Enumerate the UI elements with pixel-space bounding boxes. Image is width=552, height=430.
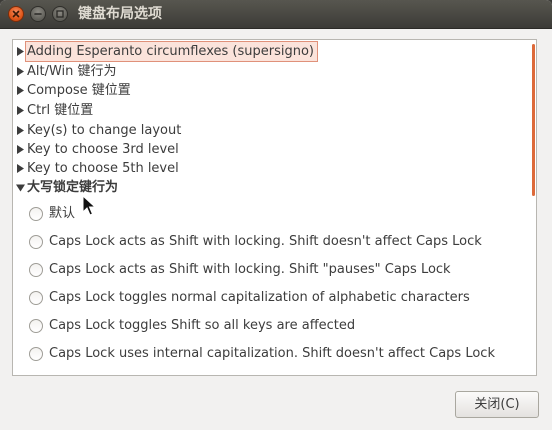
expander-collapsed-icon[interactable] [16, 101, 27, 120]
tree-item-label: Key to choose 3rd level [27, 142, 179, 157]
expander-collapsed-icon[interactable] [16, 140, 27, 159]
option-label: 默认 [49, 206, 76, 221]
option-label: Caps Lock uses internal capitalization. … [49, 346, 495, 361]
tree-item-label: Ctrl 键位置 [27, 103, 94, 118]
tree-item-label: Compose 键位置 [27, 83, 131, 98]
tree-item-esperanto[interactable]: Adding Esperanto circumflexes (supersign… [16, 41, 318, 62]
keyboard-layout-options-dialog: 键盘布局选项 Adding Esperanto circumflexes (su… [0, 0, 552, 430]
tree-item-label: Key(s) to change layout [27, 123, 182, 138]
scrollbar-thumb[interactable] [532, 44, 535, 196]
close-button[interactable]: 关闭(C) [455, 391, 539, 418]
option-label: Caps Lock toggles Shift so all keys are … [49, 318, 356, 333]
tree-item-5th-level[interactable]: Key to choose 5th level [16, 159, 182, 178]
title-bar[interactable]: 键盘布局选项 [0, 0, 552, 29]
vertical-scrollbar[interactable] [531, 40, 536, 375]
radio-button[interactable] [29, 207, 43, 221]
radio-button[interactable] [29, 319, 43, 333]
expander-collapsed-icon[interactable] [16, 42, 27, 61]
window-maximize-button[interactable] [52, 6, 68, 22]
tree-item-caps-lock[interactable]: 大写锁定键行为 [16, 178, 121, 197]
window-close-button[interactable] [8, 6, 24, 22]
option-label: Caps Lock acts as Shift with locking. Sh… [49, 234, 482, 249]
maximize-icon [56, 10, 64, 18]
close-icon [12, 10, 20, 18]
option-label: Caps Lock toggles normal capitalization … [49, 290, 470, 305]
mouse-pointer-icon [82, 195, 96, 216]
tree-item-alt-win[interactable]: Alt/Win 键行为 [16, 62, 120, 81]
tree-item-label: Adding Esperanto circumflexes (supersign… [25, 41, 318, 62]
expander-collapsed-icon[interactable] [16, 81, 27, 100]
window-title: 键盘布局选项 [78, 6, 162, 22]
expander-collapsed-icon[interactable] [16, 121, 27, 140]
tree-item-label: 大写锁定键行为 [27, 180, 119, 195]
expander-collapsed-icon[interactable] [16, 159, 27, 178]
expander-collapsed-icon[interactable] [16, 62, 27, 81]
tree-item-3rd-level[interactable]: Key to choose 3rd level [16, 140, 182, 159]
radio-button[interactable] [29, 347, 43, 361]
option-label: Caps Lock acts as Shift with locking. Sh… [49, 262, 451, 277]
radio-button[interactable] [29, 235, 43, 249]
tree-item-label: Alt/Win 键行为 [27, 64, 117, 79]
window-minimize-button[interactable] [30, 6, 46, 22]
tree-item-compose[interactable]: Compose 键位置 [16, 81, 134, 100]
tree-item-change-layout[interactable]: Key(s) to change layout [16, 121, 184, 140]
expander-expanded-icon[interactable] [16, 178, 27, 197]
minimize-icon [34, 13, 42, 15]
tree-item-ctrl[interactable]: Ctrl 键位置 [16, 101, 96, 120]
radio-button[interactable] [29, 263, 43, 277]
radio-button[interactable] [29, 291, 43, 305]
tree-item-label: Key to choose 5th level [27, 161, 179, 176]
